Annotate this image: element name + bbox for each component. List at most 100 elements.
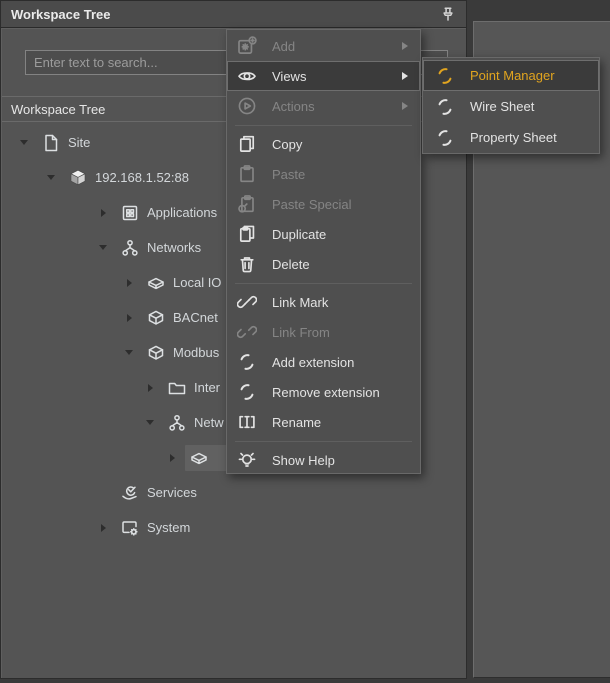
menu-item-label: Remove extension [272, 385, 412, 400]
tree-item-content: Netw [163, 410, 228, 436]
context-menu: Add Views Actions Copy Paste Paste Special Dup… [226, 29, 421, 474]
network-icon [120, 238, 140, 258]
menu-item-actions: Actions [227, 91, 420, 121]
views-submenu: Point Manager Wire Sheet Property Sheet [422, 57, 600, 154]
submenu-arrow-icon [402, 42, 408, 50]
tree-item-content: BACnet [142, 305, 222, 331]
tree-item-label: Site [68, 135, 90, 150]
menu-item-label: Paste [272, 167, 412, 182]
application-window: Workspace Tree Workspace Tree Site192.16… [0, 0, 610, 683]
view-sync-icon [435, 128, 455, 148]
view-sync-icon [435, 66, 455, 86]
submenu-item-label: Wire Sheet [470, 99, 591, 114]
expander-expanded-icon[interactable] [44, 171, 58, 185]
tree-item-label: Modbus [173, 345, 219, 360]
tree-item-label: Inter [194, 380, 220, 395]
tree-item-content: Applications [116, 200, 221, 226]
menu-item-link-mark[interactable]: Link Mark [227, 287, 420, 317]
menu-item-label: Views [272, 69, 402, 84]
menu-item-paste: Paste [227, 159, 420, 189]
submenu-arrow-icon [402, 72, 408, 80]
submenu-item-point-manager[interactable]: Point Manager [423, 60, 599, 91]
menu-item-label: Add [272, 39, 402, 54]
sync-icon [237, 352, 257, 372]
submenu-arrow-icon [402, 102, 408, 110]
tree-item-content: Site [37, 130, 94, 156]
menu-item-paste-special: Paste Special [227, 189, 420, 219]
tree-item-content: Services [116, 480, 201, 506]
rename-icon [237, 412, 257, 432]
pin-icon[interactable] [440, 6, 456, 22]
expander-expanded-icon[interactable] [17, 136, 31, 150]
tree-item-content: Modbus [142, 340, 223, 366]
expander-collapsed-icon[interactable] [122, 311, 136, 325]
menu-item-views[interactable]: Views [227, 61, 420, 91]
menu-item-add: Add [227, 31, 420, 61]
expander-collapsed-icon[interactable] [96, 206, 110, 220]
io-icon [146, 273, 166, 293]
menu-item-label: Delete [272, 257, 412, 272]
sync-icon [237, 382, 257, 402]
menu-item-label: Add extension [272, 355, 412, 370]
host-icon [68, 168, 88, 188]
expander-collapsed-icon[interactable] [165, 451, 179, 465]
menu-item-label: Duplicate [272, 227, 412, 242]
tree-item-label: System [147, 520, 190, 535]
submenu-item-label: Point Manager [470, 68, 591, 83]
tree-item-label: Local IO [173, 275, 221, 290]
driver-icon [146, 343, 166, 363]
tree-item-label: 192.168.1.52:88 [95, 170, 189, 185]
paste-icon [237, 164, 257, 184]
link-broken-icon [237, 322, 257, 342]
menu-item-remove-extension[interactable]: Remove extension [227, 377, 420, 407]
submenu-item-property-sheet[interactable]: Property Sheet [423, 122, 599, 153]
menu-item-add-extension[interactable]: Add extension [227, 347, 420, 377]
menu-item-label: Link Mark [272, 295, 412, 310]
panel-titlebar: Workspace Tree [0, 0, 467, 28]
menu-item-label: Link From [272, 325, 412, 340]
expander-collapsed-icon[interactable] [143, 381, 157, 395]
menu-item-copy[interactable]: Copy [227, 129, 420, 159]
driver-icon [146, 308, 166, 328]
menu-item-delete[interactable]: Delete [227, 249, 420, 279]
help-icon [237, 450, 257, 470]
view-sync-icon [435, 97, 455, 117]
tree-item-label: Applications [147, 205, 217, 220]
tree-item-content: 192.168.1.52:88 [64, 165, 193, 191]
tree-item-content: Networks [116, 235, 205, 261]
site-icon [41, 133, 61, 153]
tree-item-content: Local IO [142, 270, 225, 296]
expander-expanded-icon[interactable] [122, 346, 136, 360]
expander-collapsed-icon[interactable] [96, 521, 110, 535]
panel-title: Workspace Tree [11, 7, 110, 22]
copy-icon [237, 134, 257, 154]
expander-expanded-icon[interactable] [96, 241, 110, 255]
menu-item-rename[interactable]: Rename [227, 407, 420, 437]
tree-item-services[interactable]: Services [2, 475, 466, 510]
tree-item-content: System [116, 515, 194, 541]
system-icon [120, 518, 140, 538]
eye-icon [237, 66, 257, 86]
folder-icon [167, 378, 187, 398]
play-circle-icon [237, 96, 257, 116]
tree-item-label: Networks [147, 240, 201, 255]
expander-collapsed-icon[interactable] [122, 276, 136, 290]
menu-item-label: Rename [272, 415, 412, 430]
duplicate-icon [237, 224, 257, 244]
expander-expanded-icon[interactable] [143, 416, 157, 430]
menu-separator [227, 437, 420, 445]
add-icon [237, 36, 257, 56]
device-icon [189, 448, 209, 468]
link-icon [237, 292, 257, 312]
delete-icon [237, 254, 257, 274]
tree-item-system[interactable]: System [2, 510, 466, 545]
apps-icon [120, 203, 140, 223]
menu-item-show-help[interactable]: Show Help [227, 445, 420, 475]
menu-item-label: Paste Special [272, 197, 412, 212]
submenu-item-wire-sheet[interactable]: Wire Sheet [423, 91, 599, 122]
services-icon [120, 483, 140, 503]
menu-separator [227, 279, 420, 287]
network-icon [167, 413, 187, 433]
menu-item-duplicate[interactable]: Duplicate [227, 219, 420, 249]
submenu-item-label: Property Sheet [470, 130, 591, 145]
